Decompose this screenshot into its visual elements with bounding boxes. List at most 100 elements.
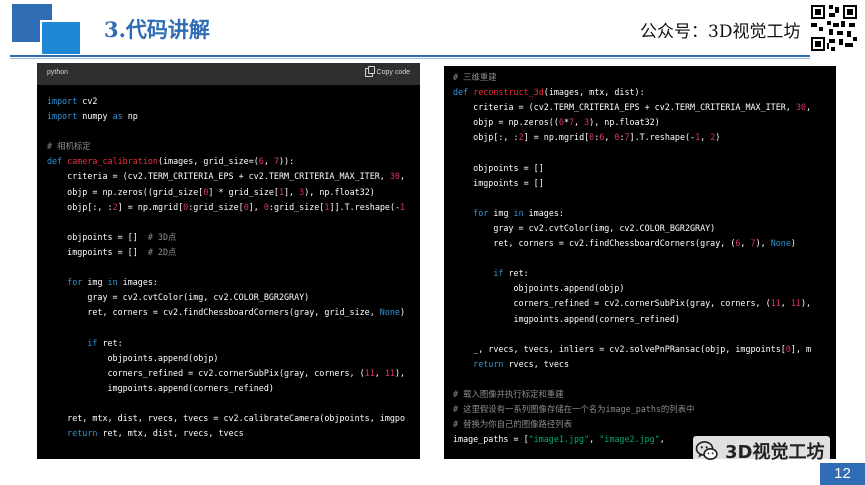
code-line: # 三维重建 xyxy=(453,70,836,85)
code-token: )): xyxy=(278,156,295,167)
code-line: corners_refined = cv2.cornerSubPix(gray,… xyxy=(453,296,836,311)
code-line: def reconstruct_3d(images, mtx, dist): xyxy=(453,85,836,100)
code-line: gray = cv2.cvtColor(img, cv2.COLOR_BGR2G… xyxy=(47,290,420,305)
code-token: for xyxy=(67,277,83,288)
code-line: objp[:, :2] = np.mgrid[0:grid_size[0], 0… xyxy=(47,200,420,215)
code-line: for img in images: xyxy=(453,206,836,221)
code-line: ret, corners = cv2.findChessboardCorners… xyxy=(453,236,836,251)
code-token: ), xyxy=(394,367,406,378)
code-token: , xyxy=(574,117,585,128)
code-token: objpoints.append(objp) xyxy=(453,283,625,294)
code-token: def xyxy=(47,156,63,167)
code-token: ret, mtx, dist, rvecs, tvecs = cv2.calib… xyxy=(47,412,405,423)
code-panel-right[interactable]: # 三维重建 def reconstruct_3d(images, mtx, di… xyxy=(444,66,836,459)
code-line: objp = np.zeros((6*7, 3), np.float32) xyxy=(453,115,836,130)
code-line: if ret: xyxy=(453,266,836,281)
code-token: (images, grid_size=( xyxy=(157,156,259,167)
code-token: ].T.reshape(- xyxy=(629,132,696,143)
code-token: , xyxy=(780,298,791,309)
copy-code-button[interactable]: Copy code xyxy=(364,66,410,77)
code-token: def xyxy=(453,87,469,98)
code-token: , xyxy=(604,132,615,143)
code-token: None xyxy=(379,307,400,318)
watermark: 3D视觉工坊 xyxy=(693,436,831,466)
code-token: ]].T.reshape(- xyxy=(329,201,401,212)
page-number: 12 xyxy=(820,463,865,485)
code-line: ret, mtx, dist, rvecs, tvecs = cv2.calib… xyxy=(47,411,420,426)
code-token: criteria = (cv2.TERM_CRITERIA_EPS + cv2.… xyxy=(47,171,390,182)
code-token: ret, corners = cv2.findChessboardCorners… xyxy=(47,307,380,318)
code-line: objpoints = [] xyxy=(453,161,836,176)
code-token: ] = np.mgrid[ xyxy=(117,201,184,212)
code-token: ], xyxy=(248,201,264,212)
code-line: import numpy as np xyxy=(47,109,420,124)
code-line: imgpoints.append(corners_refined) xyxy=(453,312,836,327)
code-token: _, rvecs, tvecs, inliers = cv2.solvePnPR… xyxy=(453,343,786,354)
code-line: for img in images: xyxy=(47,275,420,290)
code-line: # 相机标定 xyxy=(47,139,420,154)
code-token: , xyxy=(263,156,274,167)
code-token: , xyxy=(700,132,711,143)
code-token: numpy xyxy=(77,111,113,122)
code-token: 11 xyxy=(790,298,801,309)
code-language-label: python xyxy=(47,69,69,76)
code-token: imgpoints = [] xyxy=(47,246,148,257)
code-token: gray = cv2.cvtColor(img, cv2.COLOR_BGR2G… xyxy=(453,222,716,233)
code-token: ) xyxy=(715,132,721,143)
code-token: images: xyxy=(523,207,564,218)
qr-code-icon xyxy=(809,3,859,53)
code-token: img xyxy=(488,207,514,218)
header-divider xyxy=(10,55,810,57)
code-token: ret: xyxy=(97,337,123,348)
code-line: # 替换为你自己的图像路径列表 xyxy=(453,417,836,432)
code-token: corners_refined = cv2.cornerSubPix(gray,… xyxy=(47,367,365,378)
code-token: "image1.jpg" xyxy=(528,434,590,445)
code-line: objpoints = [] # 3D点 xyxy=(47,230,420,245)
code-token: return xyxy=(67,428,98,439)
code-line: gray = cv2.cvtColor(img, cv2.COLOR_BGR2G… xyxy=(453,221,836,236)
code-token: :grid_size[ xyxy=(188,201,244,212)
code-token: as xyxy=(112,111,123,122)
code-token: 1 xyxy=(400,201,406,212)
code-token: np xyxy=(122,111,138,122)
code-token: ), np.float32) xyxy=(589,117,660,128)
code-line: objp[:, :2] = np.mgrid[0:6, 0:7].T.resha… xyxy=(453,130,836,145)
code-token: # 这里假设有一系列图像存储在一个名为image_paths的列表中 xyxy=(453,404,695,415)
code-panel-left[interactable]: python Copy code import cv2 import numpy … xyxy=(37,63,420,459)
code-line: _, rvecs, tvecs, inliers = cv2.solvePnPR… xyxy=(453,342,836,357)
code-token: None xyxy=(770,238,791,249)
code-token: # 三维重建 xyxy=(453,72,497,82)
code-line: if ret: xyxy=(47,336,420,351)
code-line: def camera_calibration(images, grid_size… xyxy=(47,154,420,169)
code-token: objpoints = [] xyxy=(47,231,148,242)
code-token: gray = cv2.cvtColor(img, cv2.COLOR_BGR2G… xyxy=(47,292,310,303)
code-panel-header: python Copy code xyxy=(37,63,420,85)
code-token: ), xyxy=(755,238,771,249)
code-token: rvecs, tvecs xyxy=(503,358,569,369)
code-token: ], xyxy=(284,186,300,197)
code-line: ret, corners = cv2.findChessboardCorners… xyxy=(47,305,420,320)
code-line: imgpoints = [] xyxy=(453,176,836,191)
code-token: 30 xyxy=(795,102,806,113)
code-line: return rvecs, tvecs xyxy=(453,357,836,372)
code-token: objp[:, : xyxy=(47,201,113,212)
code-token: objp = np.zeros(( xyxy=(453,117,559,128)
code-token: ), np.float32) xyxy=(304,186,375,197)
code-token: in xyxy=(513,207,524,218)
header-square-front xyxy=(40,20,82,56)
code-line: criteria = (cv2.TERM_CRITERIA_EPS + cv2.… xyxy=(47,169,420,184)
code-token: corners_refined = cv2.cornerSubPix(gray,… xyxy=(453,298,771,309)
code-token: return xyxy=(473,358,504,369)
code-token: imgpoints.append(corners_refined) xyxy=(47,382,274,393)
code-line: return ret, mtx, dist, rvecs, tvecs xyxy=(47,426,420,441)
code-line: imgpoints.append(corners_refined) xyxy=(47,381,420,396)
code-token: cv2 xyxy=(77,96,98,106)
